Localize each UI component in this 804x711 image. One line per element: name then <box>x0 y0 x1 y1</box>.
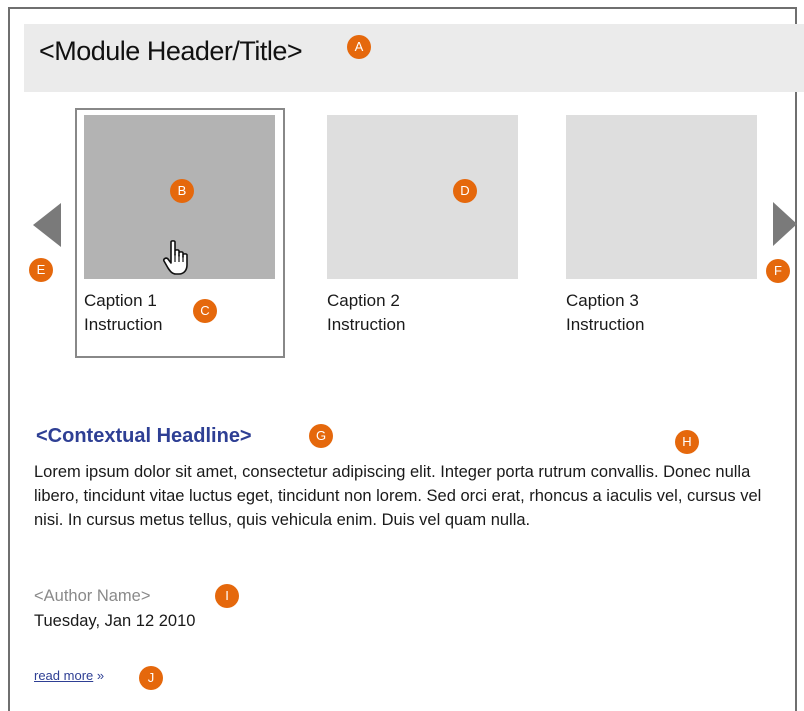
carousel-caption-2[interactable]: Caption 2 Instruction <box>327 289 405 337</box>
publish-date: Tuesday, Jan 12 2010 <box>34 612 196 630</box>
annotation-badge-i: I <box>215 584 239 608</box>
carousel-prev-arrow-icon[interactable] <box>33 203 63 247</box>
caption-instruction: Instruction <box>327 315 406 334</box>
carousel-thumbnail-2[interactable] <box>327 115 518 279</box>
author-name: <Author Name> <box>34 587 151 605</box>
annotation-badge-a: A <box>347 35 371 59</box>
article-body: Lorem ipsum dolor sit amet, consectetur … <box>34 463 762 529</box>
annotation-badge-c: C <box>193 299 217 323</box>
annotation-badge-j: J <box>139 666 163 690</box>
carousel-caption-1[interactable]: Caption 1 Instruction <box>84 289 162 337</box>
caption-title: Caption 2 <box>327 291 400 310</box>
caption-title: Caption 3 <box>566 291 639 310</box>
contextual-headline[interactable]: <Contextual Headline> <box>36 425 252 448</box>
carousel-next-arrow-icon[interactable] <box>773 202 803 246</box>
annotation-badge-d: D <box>453 179 477 203</box>
caption-instruction: Instruction <box>84 315 163 334</box>
annotation-badge-h: H <box>675 430 699 454</box>
carousel-caption-3[interactable]: Caption 3 Instruction <box>566 289 644 337</box>
annotation-badge-b: B <box>170 179 194 203</box>
caption-title: Caption 1 <box>84 291 157 310</box>
caption-instruction: Instruction <box>566 315 645 334</box>
read-more-chevron-icon: » <box>96 668 105 683</box>
annotation-badge-f: F <box>766 259 790 283</box>
read-more-link[interactable]: read more <box>34 668 93 683</box>
annotation-badge-e: E <box>29 258 53 282</box>
hand-cursor-icon <box>163 240 188 275</box>
read-more: read more » <box>34 668 104 683</box>
annotation-badge-g: G <box>309 424 333 448</box>
carousel-thumbnail-3[interactable] <box>566 115 757 279</box>
module-title: <Module Header/Title> <box>39 36 303 66</box>
